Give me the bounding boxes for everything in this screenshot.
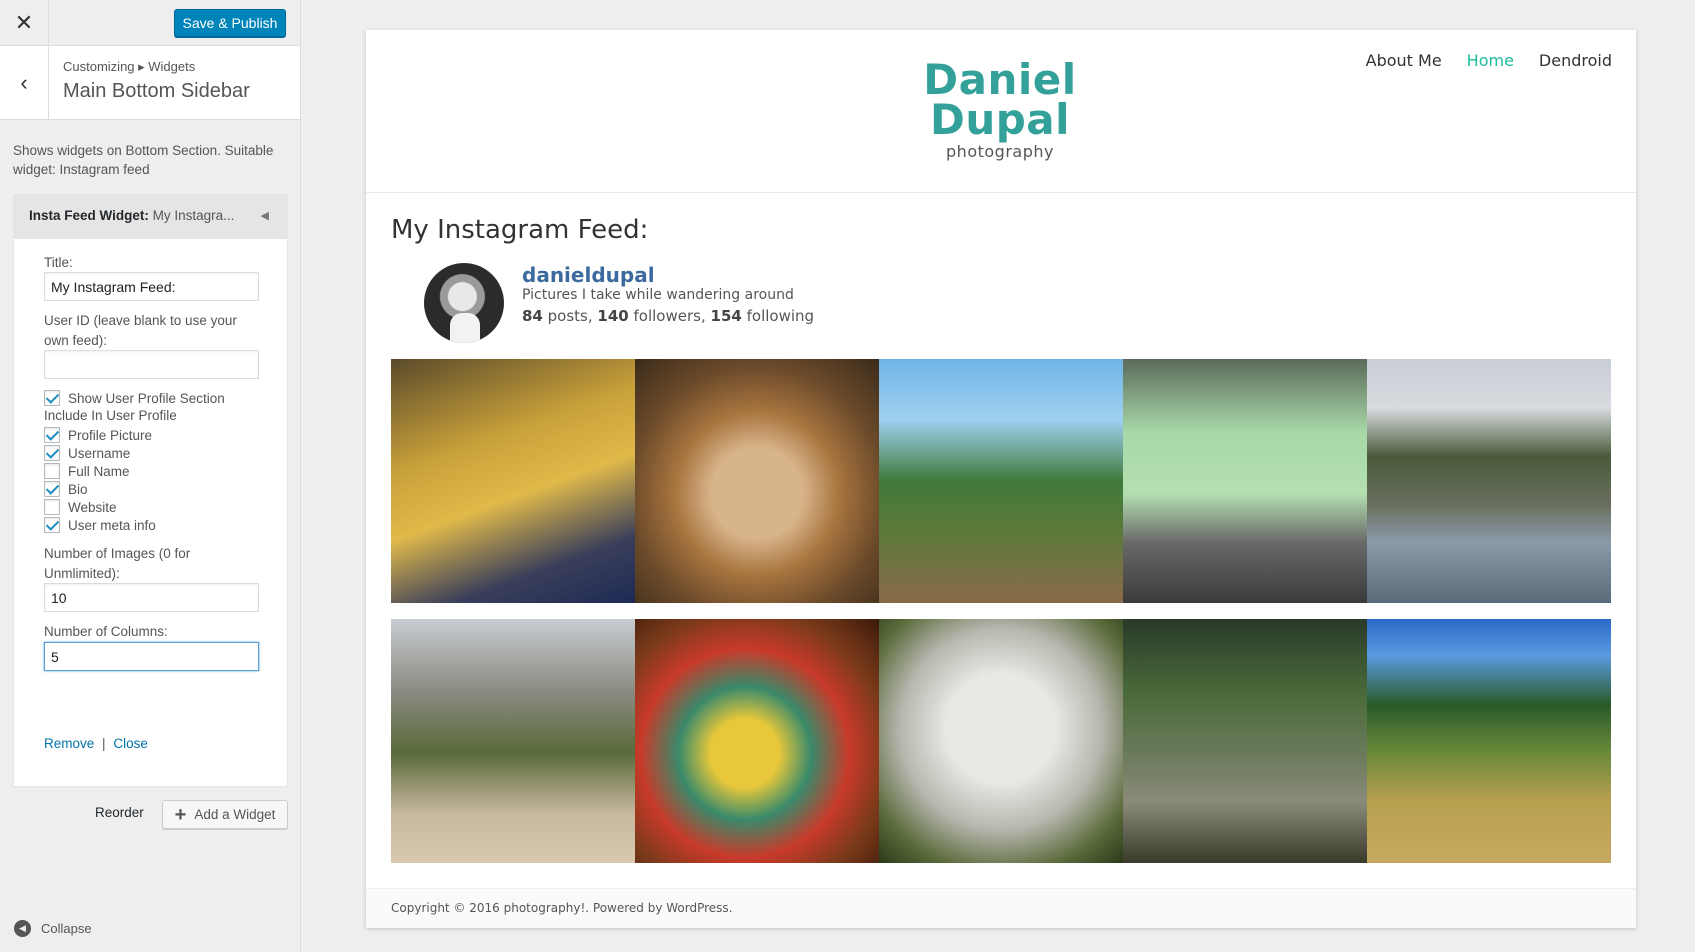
option-full-name[interactable]: Full Name <box>44 462 130 480</box>
option-label: Profile Picture <box>68 427 153 443</box>
customizer-header: ✕ Save & Publish <box>0 0 300 46</box>
option-bio[interactable]: Bio <box>44 480 88 498</box>
posts-count: 84 <box>522 307 543 325</box>
show-profile-checkbox[interactable] <box>44 390 60 406</box>
widget-title: Insta Feed Widget: My Instagra... <box>29 208 234 223</box>
instagram-stats: 84 posts, 140 followers, 154 following <box>522 307 814 325</box>
title-input[interactable] <box>44 272 259 301</box>
golden-amulets-photo[interactable] <box>391 359 635 603</box>
close-icon[interactable]: ✕ <box>0 0 49 45</box>
plus-icon: + <box>174 803 187 826</box>
option-website[interactable]: Website <box>44 498 117 516</box>
logo-line-2: Dupal <box>929 95 1071 144</box>
num-images-input[interactable] <box>44 583 259 612</box>
user-id-label: User ID (leave blank to use your own fee… <box>44 313 237 348</box>
widget-title-separator: : <box>144 208 149 223</box>
naga-statue-photo[interactable] <box>635 619 879 863</box>
remove-link[interactable]: Remove <box>44 736 94 751</box>
show-profile-option[interactable]: Show User Profile Section <box>44 389 225 407</box>
option-label: User meta info <box>68 517 156 533</box>
option-username[interactable]: Username <box>44 444 130 462</box>
instagram-bio: Pictures I take while wandering around <box>522 287 794 303</box>
widget-instance-title: My Instagra... <box>152 208 235 223</box>
instagram-username[interactable]: danieldupal <box>522 263 655 287</box>
widget-header[interactable]: Insta Feed Widget: My Instagra... ◀ <box>13 194 288 239</box>
reorder-button[interactable]: Reorder <box>95 805 144 820</box>
section-description: Shows widgets on Bottom Section. Suitabl… <box>13 143 274 177</box>
collapse-icon: ◀ <box>14 920 31 937</box>
followers-count: 140 <box>597 307 629 325</box>
add-widget-label: Add a Widget <box>194 807 276 822</box>
option-label: Bio <box>68 481 88 497</box>
forest-boardwalk-photo[interactable] <box>1123 619 1367 863</box>
section-title: ‹ Customizing ▸ Widgets Main Bottom Side… <box>0 46 300 120</box>
rice-terrace-photo[interactable] <box>1367 619 1611 863</box>
nav-item-home[interactable]: Home <box>1467 51 1514 70</box>
collapse-button[interactable]: ◀ Collapse <box>14 920 92 937</box>
show-profile-label: Show User Profile Section <box>68 390 225 406</box>
nav-item-dendroid[interactable]: Dendroid <box>1539 51 1612 70</box>
profile-picture-checkbox[interactable] <box>44 427 60 443</box>
green-tuk-tuk-photo[interactable] <box>1123 359 1367 603</box>
karst-bay-photo[interactable] <box>1367 359 1611 603</box>
bio-checkbox[interactable] <box>44 481 60 497</box>
nav-item-about-me[interactable]: About Me <box>1366 51 1442 70</box>
arrow-left-icon[interactable]: ◀ <box>261 209 269 222</box>
stuffed-lynx-photo[interactable] <box>635 359 879 603</box>
num-images-label: Number of Images (0 for Unmlimited): <box>44 546 191 581</box>
main-nav: About Me Home Dendroid <box>1366 51 1612 70</box>
following-label: following <box>746 307 815 325</box>
option-label: Full Name <box>68 463 130 479</box>
customizer-sidebar: ✕ Save & Publish ‹ Customizing ▸ Widgets… <box>0 0 301 952</box>
add-widget-button[interactable]: + Add a Widget <box>162 800 288 829</box>
user-id-input[interactable] <box>44 350 259 379</box>
following-count: 154 <box>710 307 742 325</box>
widget-name: Insta Feed Widget <box>29 208 145 223</box>
option-label: Username <box>68 445 131 461</box>
widget-form: Title: User ID (leave blank to use your … <box>13 239 288 787</box>
link-separator: | <box>102 736 106 751</box>
option-profile-picture[interactable]: Profile Picture <box>44 426 152 444</box>
widget-actions: Remove | Close <box>44 736 148 751</box>
option-user-meta[interactable]: User meta info <box>44 516 156 534</box>
site-footer: Copyright © 2016 photography!. Powered b… <box>366 888 1636 928</box>
logo-tagline: photography <box>946 142 1054 161</box>
footer-text: Copyright © 2016 photography!. Powered b… <box>391 901 733 915</box>
full-name-checkbox[interactable] <box>44 463 60 479</box>
stone-guardian-photo[interactable] <box>879 619 1123 863</box>
collapse-label: Collapse <box>41 921 92 936</box>
save-publish-button[interactable]: Save & Publish <box>174 9 286 37</box>
user-meta-checkbox[interactable] <box>44 517 60 533</box>
limestone-cliff-beach-photo[interactable] <box>391 619 635 863</box>
posts-label: posts, <box>547 307 593 325</box>
option-label: Website <box>68 499 117 515</box>
num-columns-label: Number of Columns: <box>44 624 168 639</box>
chevron-left-icon[interactable]: ‹ <box>0 46 49 119</box>
num-columns-input[interactable] <box>44 642 259 671</box>
close-link[interactable]: Close <box>113 736 148 751</box>
breadcrumb: Customizing ▸ Widgets <box>63 59 196 74</box>
website-checkbox[interactable] <box>44 499 60 515</box>
site-logo[interactable]: Daniel Dupal photography <box>920 55 1080 162</box>
panel-title: Main Bottom Sidebar <box>63 80 250 102</box>
title-label: Title: <box>44 255 73 270</box>
feed-title: My Instagram Feed: <box>391 215 649 245</box>
logo-line-1: Daniel <box>923 55 1077 104</box>
site-preview: Daniel Dupal photography About Me Home D… <box>366 30 1636 928</box>
include-label: Include In User Profile <box>44 408 177 423</box>
palm-tree-river-photo[interactable] <box>879 359 1123 603</box>
username-checkbox[interactable] <box>44 445 60 461</box>
followers-label: followers, <box>633 307 706 325</box>
avatar[interactable] <box>424 263 504 343</box>
site-header: Daniel Dupal photography About Me Home D… <box>366 30 1636 193</box>
